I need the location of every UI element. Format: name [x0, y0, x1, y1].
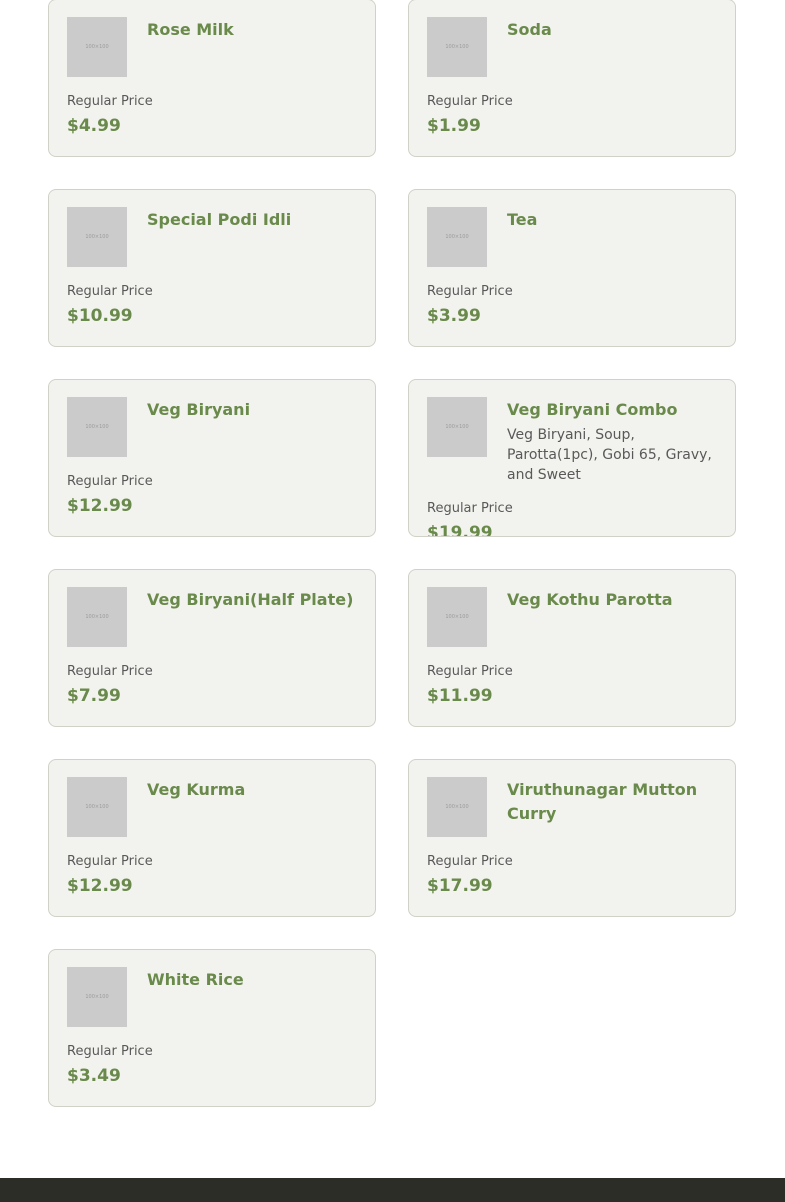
- item-image-placeholder: 100×100: [67, 777, 127, 837]
- item-name[interactable]: Rose Milk: [147, 18, 363, 42]
- menu-grid: 100×100 Rose Milk Regular Price $4.99 10…: [0, 0, 785, 1202]
- item-price: $11.99: [427, 686, 493, 706]
- item-price: $3.99: [427, 306, 481, 326]
- item-price: $10.99: [67, 306, 133, 326]
- item-name[interactable]: Veg Biryani(Half Plate): [147, 588, 363, 612]
- item-price: $1.99: [427, 116, 481, 136]
- placeholder-size-text: 100×100: [85, 424, 109, 430]
- item-price: $3.49: [67, 1066, 121, 1086]
- item-image-placeholder: 100×100: [67, 587, 127, 647]
- placeholder-size-text: 100×100: [445, 44, 469, 50]
- item-image-placeholder: 100×100: [427, 777, 487, 837]
- item-price: $19.99: [427, 523, 493, 537]
- menu-item-card[interactable]: 100×100 Veg Kurma Regular Price $12.99: [48, 759, 376, 917]
- item-description: Veg Biryani, Soup, Parotta(1pc), Gobi 65…: [507, 427, 712, 483]
- item-price: $4.99: [67, 116, 121, 136]
- placeholder-size-text: 100×100: [445, 234, 469, 240]
- price-label: Regular Price: [67, 1044, 153, 1059]
- item-name[interactable]: Viruthunagar Mutton Curry: [507, 778, 723, 826]
- menu-item-card[interactable]: 100×100 White Rice Regular Price $3.49: [48, 949, 376, 1107]
- page-footer: [0, 1178, 785, 1202]
- menu-item-card[interactable]: 100×100 Tea Regular Price $3.99: [408, 189, 736, 347]
- price-label: Regular Price: [67, 94, 153, 109]
- price-label: Regular Price: [67, 854, 153, 869]
- menu-item-card[interactable]: 100×100 Soda Regular Price $1.99: [408, 0, 736, 157]
- item-image-placeholder: 100×100: [67, 967, 127, 1027]
- price-label: Regular Price: [427, 501, 513, 516]
- item-image-placeholder: 100×100: [427, 17, 487, 77]
- price-label: Regular Price: [427, 664, 513, 679]
- item-name[interactable]: Veg Biryani: [147, 398, 363, 422]
- placeholder-size-text: 100×100: [85, 44, 109, 50]
- placeholder-size-text: 100×100: [445, 804, 469, 810]
- menu-item-card[interactable]: 100×100 Veg Biryani(Half Plate) Regular …: [48, 569, 376, 727]
- item-name[interactable]: Soda: [507, 18, 723, 42]
- item-price: $12.99: [67, 496, 133, 516]
- item-name[interactable]: Veg Kothu Parotta: [507, 588, 723, 612]
- placeholder-size-text: 100×100: [85, 804, 109, 810]
- menu-item-card[interactable]: 100×100 Special Podi Idli Regular Price …: [48, 189, 376, 347]
- price-label: Regular Price: [67, 284, 153, 299]
- placeholder-size-text: 100×100: [445, 424, 469, 430]
- item-image-placeholder: 100×100: [427, 587, 487, 647]
- item-image-placeholder: 100×100: [427, 207, 487, 267]
- item-image-placeholder: 100×100: [67, 397, 127, 457]
- item-image-placeholder: 100×100: [67, 207, 127, 267]
- menu-item-card[interactable]: 100×100 Veg Biryani Regular Price $12.99: [48, 379, 376, 537]
- item-image-placeholder: 100×100: [67, 17, 127, 77]
- item-price: $7.99: [67, 686, 121, 706]
- price-label: Regular Price: [67, 664, 153, 679]
- placeholder-size-text: 100×100: [85, 234, 109, 240]
- item-image-placeholder: 100×100: [427, 397, 487, 457]
- item-price: $12.99: [67, 876, 133, 896]
- item-name[interactable]: Veg Biryani Combo: [507, 398, 723, 422]
- placeholder-size-text: 100×100: [445, 614, 469, 620]
- price-label: Regular Price: [427, 854, 513, 869]
- placeholder-size-text: 100×100: [85, 994, 109, 1000]
- item-name[interactable]: Special Podi Idli: [147, 208, 363, 232]
- price-label: Regular Price: [427, 94, 513, 109]
- price-label: Regular Price: [427, 284, 513, 299]
- item-name[interactable]: Veg Kurma: [147, 778, 363, 802]
- item-name[interactable]: Tea: [507, 208, 723, 232]
- menu-item-card[interactable]: 100×100 Veg Biryani Combo Veg Biryani, S…: [408, 379, 736, 537]
- placeholder-size-text: 100×100: [85, 614, 109, 620]
- item-price: $17.99: [427, 876, 493, 896]
- price-label: Regular Price: [67, 474, 153, 489]
- menu-item-card[interactable]: 100×100 Rose Milk Regular Price $4.99: [48, 0, 376, 157]
- menu-item-card[interactable]: 100×100 Viruthunagar Mutton Curry Regula…: [408, 759, 736, 917]
- item-name[interactable]: White Rice: [147, 968, 363, 992]
- menu-item-card[interactable]: 100×100 Veg Kothu Parotta Regular Price …: [408, 569, 736, 727]
